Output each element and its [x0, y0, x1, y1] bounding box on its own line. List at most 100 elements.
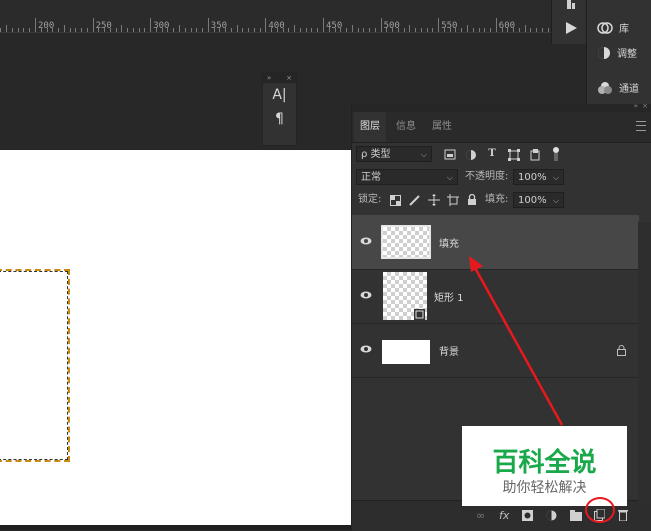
- visibility-eye-icon[interactable]: [360, 235, 372, 247]
- ruler-minor-tick: [467, 25, 468, 32]
- lock-position-icon[interactable]: [428, 194, 440, 206]
- adjustment-layer-filter-icon[interactable]: [465, 149, 477, 161]
- ruler-minor-tick: [409, 25, 411, 32]
- ruler-minor-tick: [63, 25, 65, 32]
- collapse-icon[interactable]: »: [634, 102, 638, 110]
- opacity-input[interactable]: 100% ⌵: [513, 169, 564, 185]
- ruler-major-tick: [92, 18, 94, 32]
- adjustments-panel-item[interactable]: 调整: [587, 45, 651, 60]
- lock-icon: [617, 345, 626, 356]
- chevron-down-icon: ⌵: [552, 196, 559, 205]
- visibility-eye-icon[interactable]: [360, 289, 372, 301]
- opacity-label: 不透明度:: [465, 171, 509, 182]
- filter-toggle-icon[interactable]: [552, 146, 560, 162]
- adjustments-label: 调整: [617, 49, 637, 60]
- library-panel-item[interactable]: 库: [587, 20, 651, 35]
- ruler-minor-tick: [6, 25, 8, 32]
- opacity-value: 100%: [518, 172, 547, 183]
- watermark-box: 百科全说 助你轻松解决: [462, 426, 627, 506]
- ruler-major-tick: [380, 18, 382, 32]
- watermark-title: 百科全说: [492, 448, 597, 478]
- layer-name[interactable]: 填充: [439, 235, 459, 250]
- ruler-major-tick: [35, 18, 36, 32]
- layers-panel-tabs: 图层 信息 属性: [352, 112, 651, 143]
- lock-label: 锁定:: [358, 194, 382, 205]
- horizontal-ruler: 200 250 300 350 400 450 500 550 600: [0, 0, 551, 33]
- layer-filter-value: 类型: [370, 149, 391, 160]
- tool-strip: [551, 0, 587, 44]
- watermark-subtitle: 助你轻松解决: [502, 480, 587, 496]
- chevron-down-icon: ⌵: [552, 173, 559, 182]
- adjustment-layer-icon[interactable]: [546, 510, 557, 521]
- blend-mode-select[interactable]: 正常 ⌵: [356, 169, 458, 185]
- character-paragraph-mini-panel: » × A| ¶: [262, 72, 297, 146]
- ruler-minor-tick: [236, 25, 238, 32]
- ruler-major-tick: [495, 18, 497, 32]
- layer-row[interactable]: 矩形 1: [352, 269, 639, 324]
- ruler-minor-tick: [121, 25, 123, 32]
- character-panel-button[interactable]: A|: [263, 83, 296, 107]
- marquee-selection: [0, 269, 70, 462]
- layer-row[interactable]: 填充: [352, 215, 639, 270]
- channels-icon: [598, 81, 612, 94]
- pixel-layer-filter-icon[interactable]: [444, 149, 456, 160]
- paragraph-panel-button[interactable]: ¶: [263, 107, 296, 131]
- adjustments-icon: [598, 46, 610, 59]
- ruler-major-tick: [207, 18, 209, 32]
- tab-properties[interactable]: 属性: [426, 112, 458, 142]
- highlight-circle: [585, 497, 615, 523]
- library-icon: [597, 21, 613, 34]
- layer-row[interactable]: 背景: [352, 323, 639, 378]
- chevron-down-icon: ⌵: [420, 150, 427, 159]
- tab-info[interactable]: 信息: [390, 112, 422, 142]
- lock-artboard-icon[interactable]: [447, 194, 459, 206]
- channels-panel-item[interactable]: 通道: [587, 80, 651, 95]
- chevron-down-icon: ⌵: [446, 173, 453, 182]
- ruler-major-tick: [150, 18, 152, 32]
- mask-icon[interactable]: [522, 510, 533, 521]
- shape-layer-icon: [414, 309, 425, 320]
- link-icon[interactable]: ∞: [476, 509, 485, 522]
- side-panel-dock: 库 调整 通道: [586, 0, 651, 104]
- layer-name[interactable]: 矩形 1: [434, 289, 464, 304]
- fill-value: 100%: [518, 195, 547, 206]
- group-icon[interactable]: [570, 510, 582, 521]
- panel-topbar: » ×: [352, 102, 651, 112]
- layer-name[interactable]: 背景: [439, 343, 459, 358]
- play-icon[interactable]: [564, 21, 578, 35]
- ruler-major-tick: [265, 18, 267, 32]
- paragraph-icon: ¶: [275, 111, 284, 127]
- layer-thumbnail: [382, 340, 430, 364]
- history-brush-icon[interactable]: [564, 0, 578, 12]
- layer-thumbnail: [381, 225, 431, 259]
- visibility-eye-icon[interactable]: [360, 343, 372, 355]
- smart-object-filter-icon[interactable]: [529, 148, 541, 161]
- ruler-minor-tick: [351, 25, 353, 32]
- blend-mode-value: 正常: [361, 172, 381, 183]
- type-layer-filter-icon[interactable]: T: [486, 148, 498, 160]
- character-icon: A|: [272, 87, 287, 103]
- close-icon[interactable]: ×: [642, 102, 648, 110]
- ruler-minor-tick: [294, 25, 296, 32]
- close-icon[interactable]: ×: [286, 73, 292, 83]
- search-icon: ρ: [361, 149, 368, 160]
- collapse-icon[interactable]: »: [267, 73, 271, 83]
- shape-layer-filter-icon[interactable]: [508, 149, 520, 161]
- ruler-minor-tick: [179, 25, 180, 32]
- lock-image-pixels-icon[interactable]: [409, 194, 421, 206]
- ruler-major-tick: [323, 18, 324, 32]
- fx-icon[interactable]: fx: [499, 509, 509, 522]
- tab-layers[interactable]: 图层: [354, 112, 386, 142]
- layer-filter-select[interactable]: ρ 类型 ⌵: [356, 146, 432, 162]
- layers-scrollbar[interactable]: [638, 222, 651, 504]
- fill-input[interactable]: 100% ⌵: [513, 192, 564, 208]
- lock-all-icon[interactable]: [467, 194, 477, 206]
- ruler-divider: [0, 32, 551, 33]
- status-strip: [0, 525, 351, 530]
- ruler-minor-tick: [524, 25, 526, 32]
- panel-menu-icon[interactable]: [636, 121, 646, 131]
- trash-icon[interactable]: [618, 509, 628, 521]
- lock-transparency-icon[interactable]: [390, 195, 401, 206]
- channels-label: 通道: [619, 84, 639, 95]
- ruler-major-tick: [438, 18, 440, 32]
